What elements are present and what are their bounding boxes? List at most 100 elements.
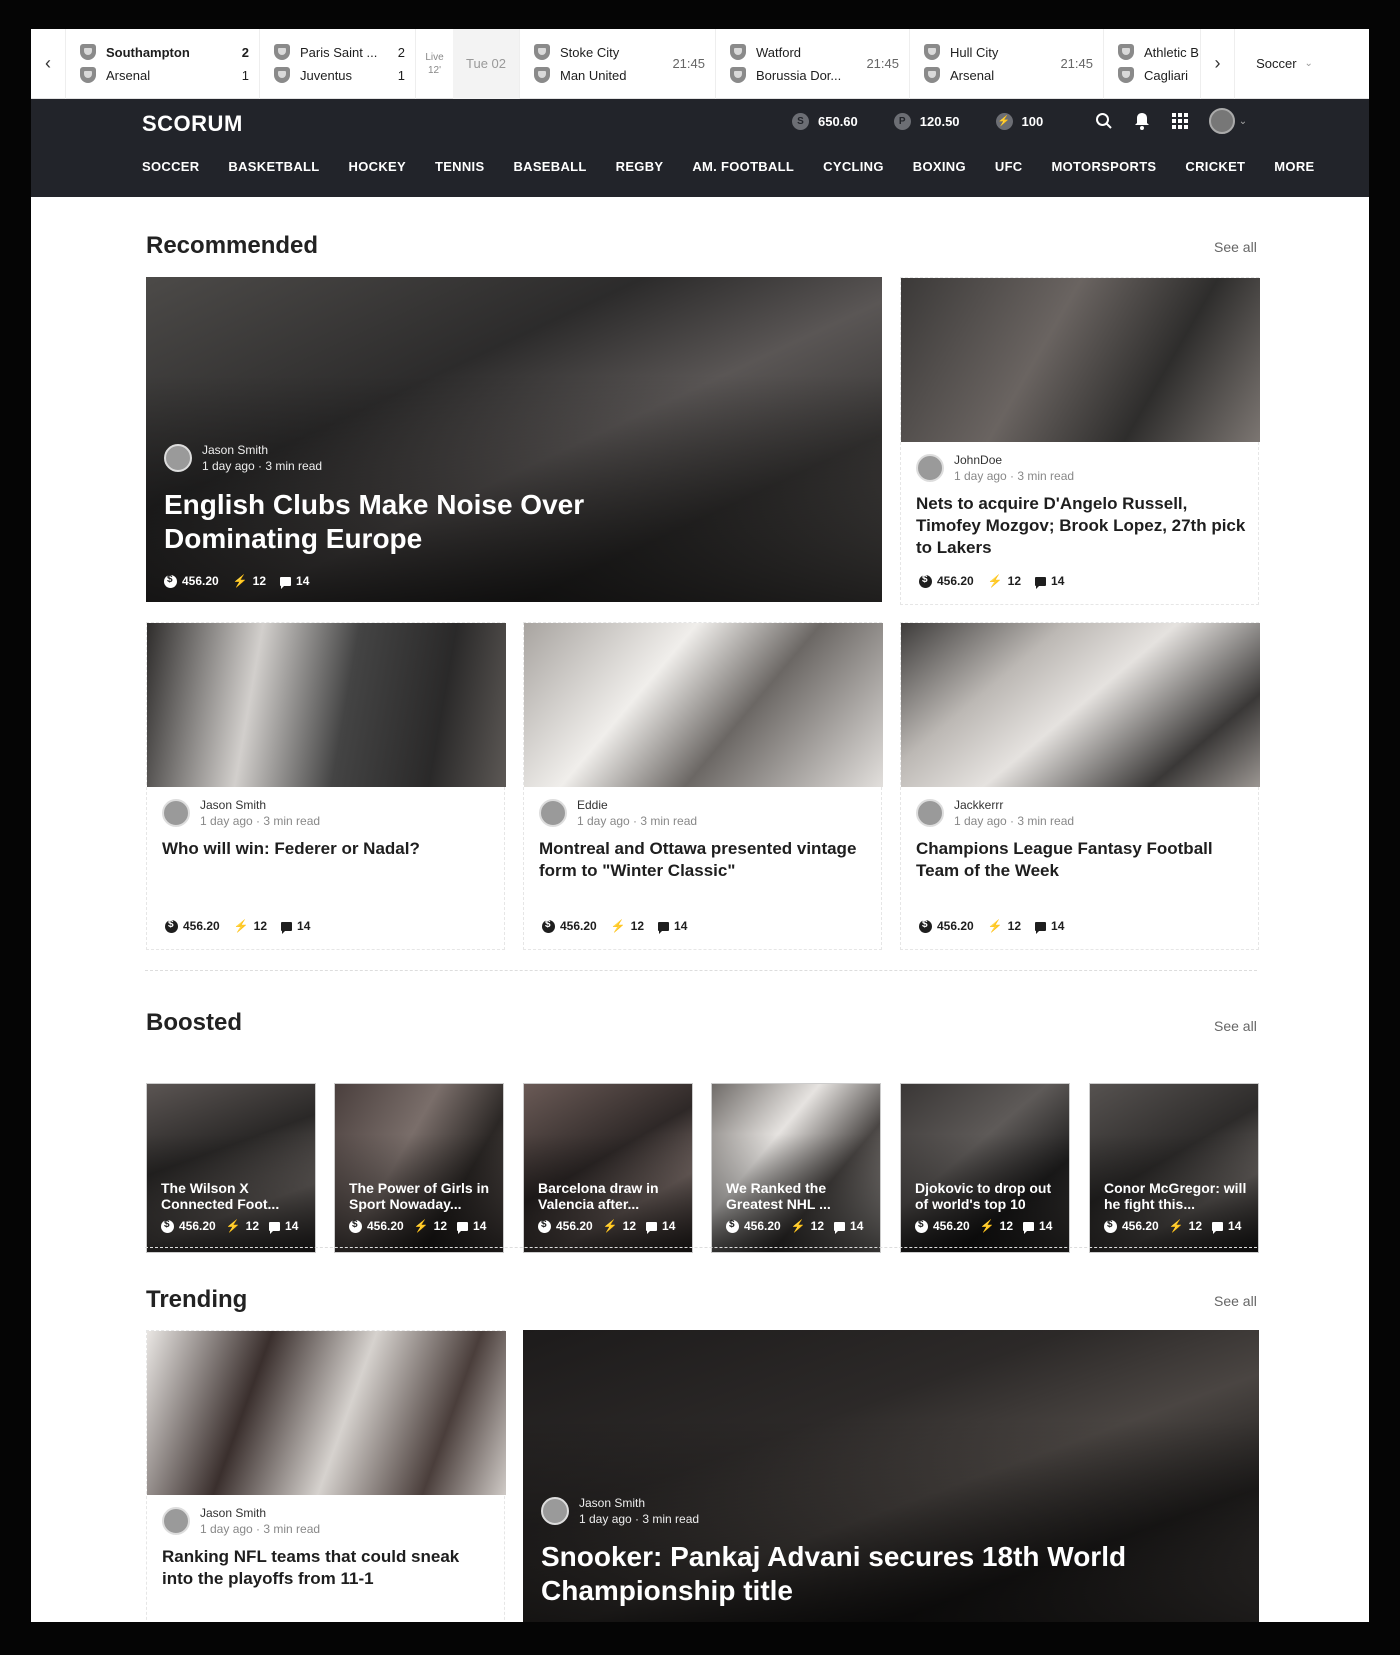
nav-item[interactable]: MORE: [1274, 159, 1314, 174]
article-card[interactable]: Eddie 1 day ago · 3 min read Montreal and…: [523, 622, 883, 950]
article-stats: 456.20 ⚡12 14: [349, 1219, 486, 1234]
article-card[interactable]: Jason Smith 1 day ago · 3 min read Rankin…: [146, 1330, 506, 1622]
avatar: [916, 799, 944, 827]
featured-article-card[interactable]: Jason Smith 1 day ago · 3 min read Englis…: [146, 277, 882, 602]
nav-item[interactable]: BASKETBALL: [228, 159, 319, 174]
apps-grid-icon[interactable]: [1170, 111, 1190, 131]
bolt-icon: ⚡: [979, 1219, 995, 1233]
article-card[interactable]: Jackkerrr 1 day ago · 3 min read Champion…: [900, 622, 1260, 950]
away-team: Arsenal: [106, 67, 151, 83]
avatar: [164, 444, 192, 472]
user-menu[interactable]: ⌄: [1208, 108, 1248, 134]
see-all-link[interactable]: See all: [1214, 1293, 1257, 1309]
nav-item[interactable]: BASEBALL: [513, 159, 586, 174]
nav-item[interactable]: CYCLING: [823, 159, 884, 174]
ticker-prev-button[interactable]: ‹: [31, 29, 65, 99]
bell-icon[interactable]: [1132, 111, 1152, 131]
chevron-down-icon: ⌄: [1238, 115, 1248, 127]
featured-article-card[interactable]: Jason Smith 1 day ago · 3 min read Snooke…: [523, 1330, 1259, 1622]
team-crest-icon: [924, 67, 940, 83]
ticker-match[interactable]: Southampton Arsenal 2 1: [65, 29, 259, 99]
article-title: Champions League Fantasy Football Team o…: [916, 839, 1213, 880]
article-image: [147, 623, 506, 787]
comment-icon: [269, 1221, 281, 1234]
article-title: Nets to acquire D'Angelo Russell, Timofe…: [916, 494, 1246, 557]
boosted-card[interactable]: Barcelona draw in Valencia after... 456.…: [523, 1083, 693, 1253]
article-title: The Power of Girls in Sport Nowaday...: [349, 1180, 490, 1212]
comment-icon: [281, 921, 293, 934]
team-crest-icon: [80, 44, 96, 60]
balance-sp[interactable]: P 120.50: [893, 113, 960, 130]
avatar: [162, 799, 190, 827]
ticker-match[interactable]: Athletic B Cagliari: [1103, 29, 1200, 99]
nav-item[interactable]: CRICKET: [1185, 159, 1245, 174]
nav-item[interactable]: AM. FOOTBALL: [692, 159, 794, 174]
team-crest-icon: [534, 67, 550, 83]
away-team: Juventus: [300, 67, 353, 83]
ticker-match[interactable]: Watford Borussia Dor... 21:45: [715, 29, 909, 99]
nav-item[interactable]: BOXING: [913, 159, 966, 174]
sport-select[interactable]: Soccer ⌄: [1234, 29, 1334, 99]
article-stats: 456.20 ⚡12 14: [1104, 1219, 1241, 1234]
nav-item[interactable]: REGBY: [616, 159, 664, 174]
home-team: Paris Saint ...: [300, 44, 378, 60]
home-team: Watford: [756, 44, 802, 60]
see-all-link[interactable]: See all: [1214, 239, 1257, 255]
chevron-right-icon: ›: [1214, 53, 1221, 73]
nav-item[interactable]: TENNIS: [435, 159, 484, 174]
home-score: 2: [397, 45, 405, 60]
scores-ticker: ‹ Southampton Arsenal 2 1 Paris Saint ...…: [31, 29, 1369, 99]
comment-icon: [1212, 1221, 1224, 1234]
home-team: Hull City: [950, 44, 999, 60]
article-card[interactable]: Jason Smith 1 day ago · 3 min read Who wi…: [146, 622, 506, 950]
comment-icon: [1023, 1221, 1035, 1234]
balance-energy[interactable]: ⚡ 100: [995, 113, 1043, 130]
dollar-icon: [542, 919, 555, 933]
article-image: [524, 623, 883, 787]
search-icon[interactable]: [1094, 111, 1114, 131]
dollar-icon: [161, 1219, 174, 1233]
boosted-card[interactable]: We Ranked the Greatest NHL ... 456.20 ⚡1…: [711, 1083, 881, 1253]
boosted-card[interactable]: The Power of Girls in Sport Nowaday... 4…: [334, 1083, 504, 1253]
ticker-match[interactable]: Hull City Arsenal 21:45: [909, 29, 1103, 99]
article-image: [901, 623, 1260, 787]
balance-scr[interactable]: S 650.60: [792, 113, 858, 130]
boosted-card[interactable]: Conor McGregor: will he fight this... 45…: [1089, 1083, 1259, 1253]
author-info: Jason Smith 1 day ago · 3 min read: [541, 1496, 699, 1526]
article-stats: 456.20 ⚡12 14: [919, 919, 1064, 934]
team-crest-icon: [730, 67, 746, 83]
avatar: [541, 1497, 569, 1525]
article-card[interactable]: JohnDoe 1 day ago · 3 min read Nets to ac…: [900, 277, 1260, 605]
bolt-icon: ⚡: [1168, 1219, 1184, 1233]
ticker-next-button[interactable]: ›: [1200, 29, 1234, 99]
nav-item[interactable]: SOCCER: [142, 159, 199, 174]
away-team: Cagliari: [1144, 67, 1189, 83]
team-crest-icon: [1118, 44, 1134, 60]
nav-item[interactable]: MOTORSPORTS: [1052, 159, 1157, 174]
bolt-icon: ⚡: [790, 1219, 806, 1233]
bolt-icon: ⚡: [225, 1219, 241, 1233]
see-all-link[interactable]: See all: [1214, 1018, 1257, 1034]
team-crest-icon: [730, 44, 746, 60]
section-title-trending: Trending: [146, 1286, 248, 1313]
scr-coin-icon: S: [792, 113, 809, 130]
ticker-match[interactable]: Paris Saint ... Juventus 2 1: [259, 29, 415, 99]
article-stats: 456.20 ⚡12 14: [165, 919, 310, 934]
article-title: Snooker: Pankaj Advani secures 18th Worl…: [541, 1541, 1127, 1606]
home-score: 2: [241, 45, 249, 60]
ticker-match[interactable]: Stoke City Man United 21:45: [519, 29, 715, 99]
away-team: Borussia Dor...: [756, 67, 842, 83]
team-crest-icon: [924, 44, 940, 60]
avatar: [162, 1507, 190, 1535]
dollar-icon: [915, 1219, 928, 1233]
article-title: Montreal and Ottawa presented vintage fo…: [539, 839, 857, 880]
logo[interactable]: SCORUM: [142, 111, 243, 137]
article-image: [901, 278, 1260, 442]
nav-item[interactable]: HOCKEY: [349, 159, 406, 174]
boosted-card[interactable]: The Wilson X Connected Foot... 456.20 ⚡1…: [146, 1083, 316, 1253]
comment-icon: [457, 1221, 469, 1234]
nav-item[interactable]: UFC: [995, 159, 1023, 174]
bolt-icon: ⚡: [987, 919, 1003, 933]
bolt-icon: ⚡: [610, 919, 626, 933]
boosted-card[interactable]: Djokovic to drop out of world's top 10 4…: [900, 1083, 1070, 1253]
